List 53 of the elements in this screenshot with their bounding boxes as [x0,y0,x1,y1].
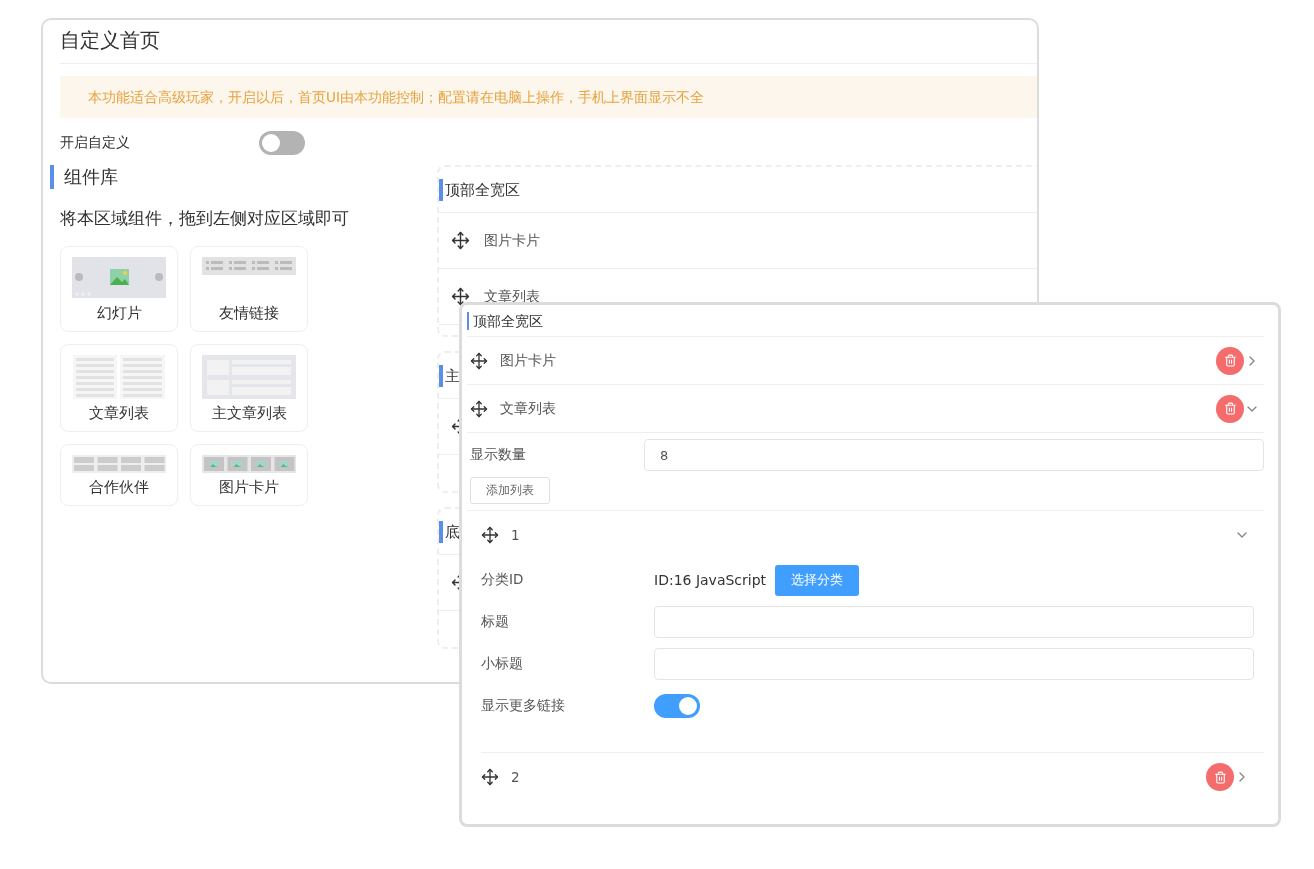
add-list-button[interactable]: 添加列表 [470,477,550,504]
component-label: 图片卡片 [219,477,279,497]
delete-button[interactable] [1206,763,1234,791]
article-list-icon [73,355,165,399]
item-label: 图片卡片 [500,351,557,370]
field-label: 显示数量 [470,446,527,464]
link-list-icon [202,257,296,275]
field-label: 标题 [481,613,510,631]
delete-icon [1213,770,1227,784]
drag-handle-icon[interactable] [481,768,499,786]
component-label: 合作伙伴 [89,477,149,497]
field-label: 分类ID [481,571,525,589]
window-title: 自定义首页 [60,20,1037,64]
component-card[interactable]: 文章列表 [60,344,178,432]
component-label: 文章列表 [89,403,149,423]
slideshow-icon [72,257,166,298]
entry-label: 2 [511,769,521,785]
partner-grid-icon [72,455,166,473]
delete-icon [1223,354,1237,367]
component-card[interactable]: 幻灯片 [60,246,178,332]
delete-button[interactable] [1216,394,1244,423]
item-label: 文章列表 [500,399,557,418]
component-label: 幻灯片 [96,303,142,323]
component-label: 主文章列表 [211,403,287,423]
hint-text: 将本区域组件，拖到左侧对应区域即可 [60,207,350,230]
toggle-switch[interactable] [654,694,700,718]
count-input[interactable]: 8 [644,439,1264,471]
text-input[interactable] [654,648,1254,680]
entry-label: 1 [511,527,521,543]
zone-title: 顶部全宽区 [439,179,1037,201]
component-card[interactable]: 主文章列表 [190,344,308,432]
drag-handle-icon[interactable] [451,231,470,250]
field-label: 小标题 [481,655,524,673]
field-label: 显示更多链接 [481,697,566,715]
zone-item-label: 图片卡片 [484,231,540,250]
toggle-label: 开启自定义 [60,134,131,152]
drag-handle-icon[interactable] [470,399,488,418]
component-card[interactable]: 友情链接 [190,246,308,332]
component-card[interactable]: 图片卡片 [190,444,308,506]
main-list-icon [202,355,296,399]
component-card[interactable]: 合作伙伴 [60,444,178,506]
zone-title: 顶部全宽区 [467,311,543,330]
drag-handle-icon[interactable] [481,526,499,544]
toggle-switch[interactable] [259,131,305,155]
delete-button[interactable] [1216,346,1244,375]
component-label: 友情链接 [219,303,279,323]
notice-banner: 本功能适合高级玩家，开启以后，首页UI由本功能控制；配置请在电脑上操作，手机上界面显示不全 [60,76,1037,118]
section-heading: 组件库 [50,165,437,189]
image-cards-icon [202,455,296,473]
text-input[interactable] [654,606,1254,638]
delete-icon [1223,402,1237,415]
category-value: ID:16 JavaScript [654,572,767,588]
drag-handle-icon[interactable] [470,351,488,370]
